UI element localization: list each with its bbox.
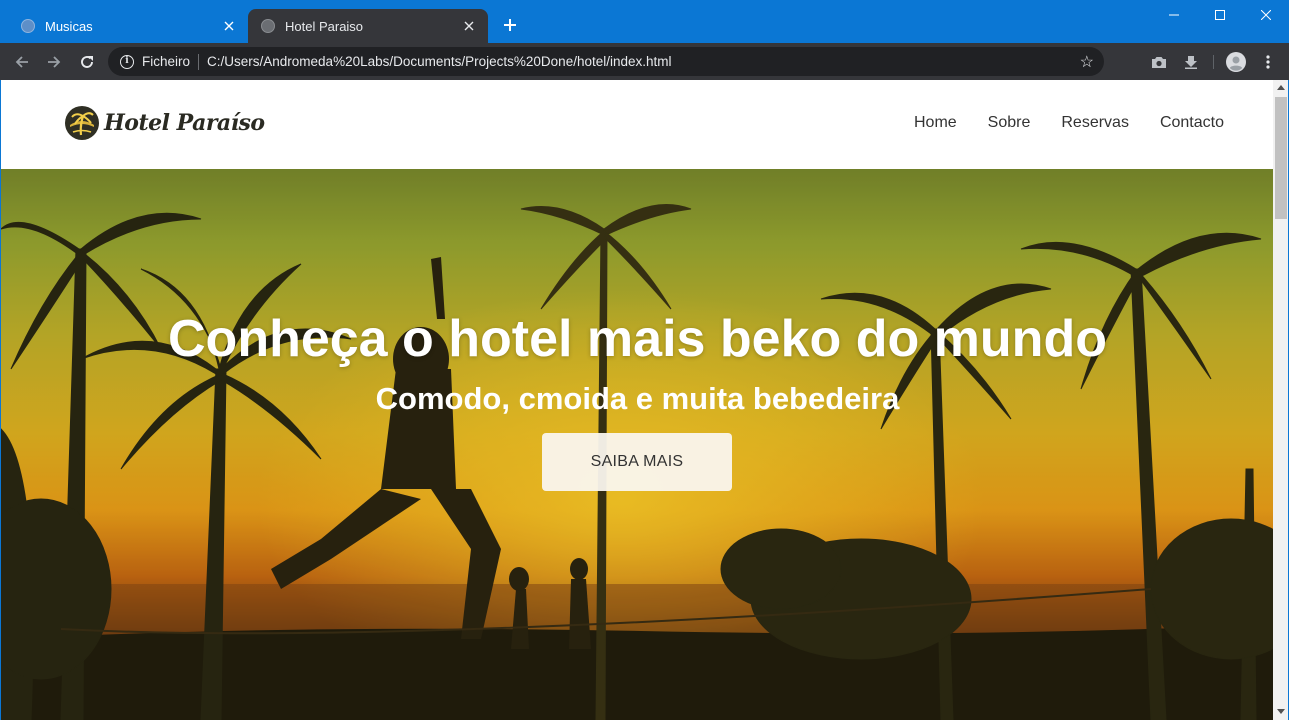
browser-titlebar: Musicas Hotel Paraiso — [0, 0, 1289, 43]
page-scrollbar[interactable] — [1273, 80, 1289, 720]
close-icon[interactable] — [460, 17, 478, 35]
avatar-icon[interactable] — [1225, 51, 1247, 73]
reload-icon — [81, 56, 93, 68]
info-icon[interactable]: i — [120, 54, 134, 69]
minimize-icon — [1169, 14, 1179, 16]
scroll-up-icon[interactable] — [1277, 85, 1285, 90]
hero-title: Conheça o hotel mais beko do mundo — [168, 310, 1107, 368]
new-tab-button[interactable] — [498, 14, 522, 38]
star-icon[interactable]: ☆ — [1080, 52, 1094, 72]
close-icon[interactable] — [220, 17, 238, 35]
tab-title: Hotel Paraiso — [285, 18, 364, 34]
hero-section: Conheça o hotel mais beko do mundo Comod… — [1, 169, 1273, 720]
palm-logo-icon — [65, 106, 99, 140]
maximize-button[interactable] — [1197, 0, 1243, 30]
minimize-button[interactable] — [1151, 0, 1197, 30]
back-button[interactable] — [9, 49, 35, 75]
arrow-right-icon — [48, 56, 61, 68]
reload-button[interactable] — [74, 49, 100, 75]
toolbar-divider — [1213, 55, 1214, 69]
scroll-down-icon[interactable] — [1277, 709, 1285, 714]
close-icon — [1261, 10, 1271, 20]
site-header: Hotel Paraíso Home Sobre Reservas Contac… — [1, 80, 1273, 169]
forward-button[interactable] — [41, 49, 67, 75]
window-close-button[interactable] — [1243, 0, 1289, 30]
address-url[interactable]: C:/Users/Andromeda%20Labs/Documents/Proj… — [207, 54, 1080, 69]
scrollbar-thumb[interactable] — [1275, 97, 1287, 219]
browser-toolbar: i Ficheiro C:/Users/Andromeda%20Labs/Doc… — [0, 43, 1289, 80]
nav-contacto[interactable]: Contacto — [1160, 114, 1224, 132]
logo-text: Hotel Paraíso — [104, 110, 265, 136]
plus-icon — [504, 19, 516, 31]
download-icon[interactable] — [1180, 51, 1202, 73]
page-viewport: Hotel Paraíso Home Sobre Reservas Contac… — [0, 80, 1273, 720]
address-scheme-label: Ficheiro — [142, 54, 191, 69]
site-nav: Home Sobre Reservas Contacto — [883, 114, 1224, 132]
tab-title: Musicas — [45, 18, 93, 34]
arrow-left-icon — [15, 56, 28, 68]
nav-sobre[interactable]: Sobre — [988, 114, 1031, 132]
more-vert-icon[interactable] — [1257, 51, 1279, 73]
address-separator — [198, 53, 200, 70]
maximize-icon — [1215, 10, 1225, 20]
saiba-mais-button[interactable]: SAIBA MAIS — [542, 433, 732, 491]
globe-icon — [21, 19, 35, 33]
nav-reservas[interactable]: Reservas — [1061, 114, 1129, 132]
tab-hotel-paraiso[interactable]: Hotel Paraiso — [248, 9, 488, 43]
site-logo[interactable]: Hotel Paraíso — [64, 105, 265, 141]
globe-icon — [261, 19, 275, 33]
address-bar[interactable]: i Ficheiro C:/Users/Andromeda%20Labs/Doc… — [108, 47, 1104, 76]
nav-home[interactable]: Home — [914, 114, 957, 132]
hero-subtitle: Comodo, cmoida e muita bebedeira — [375, 381, 900, 416]
tab-musicas[interactable]: Musicas — [8, 9, 248, 43]
camera-icon[interactable] — [1148, 51, 1170, 73]
